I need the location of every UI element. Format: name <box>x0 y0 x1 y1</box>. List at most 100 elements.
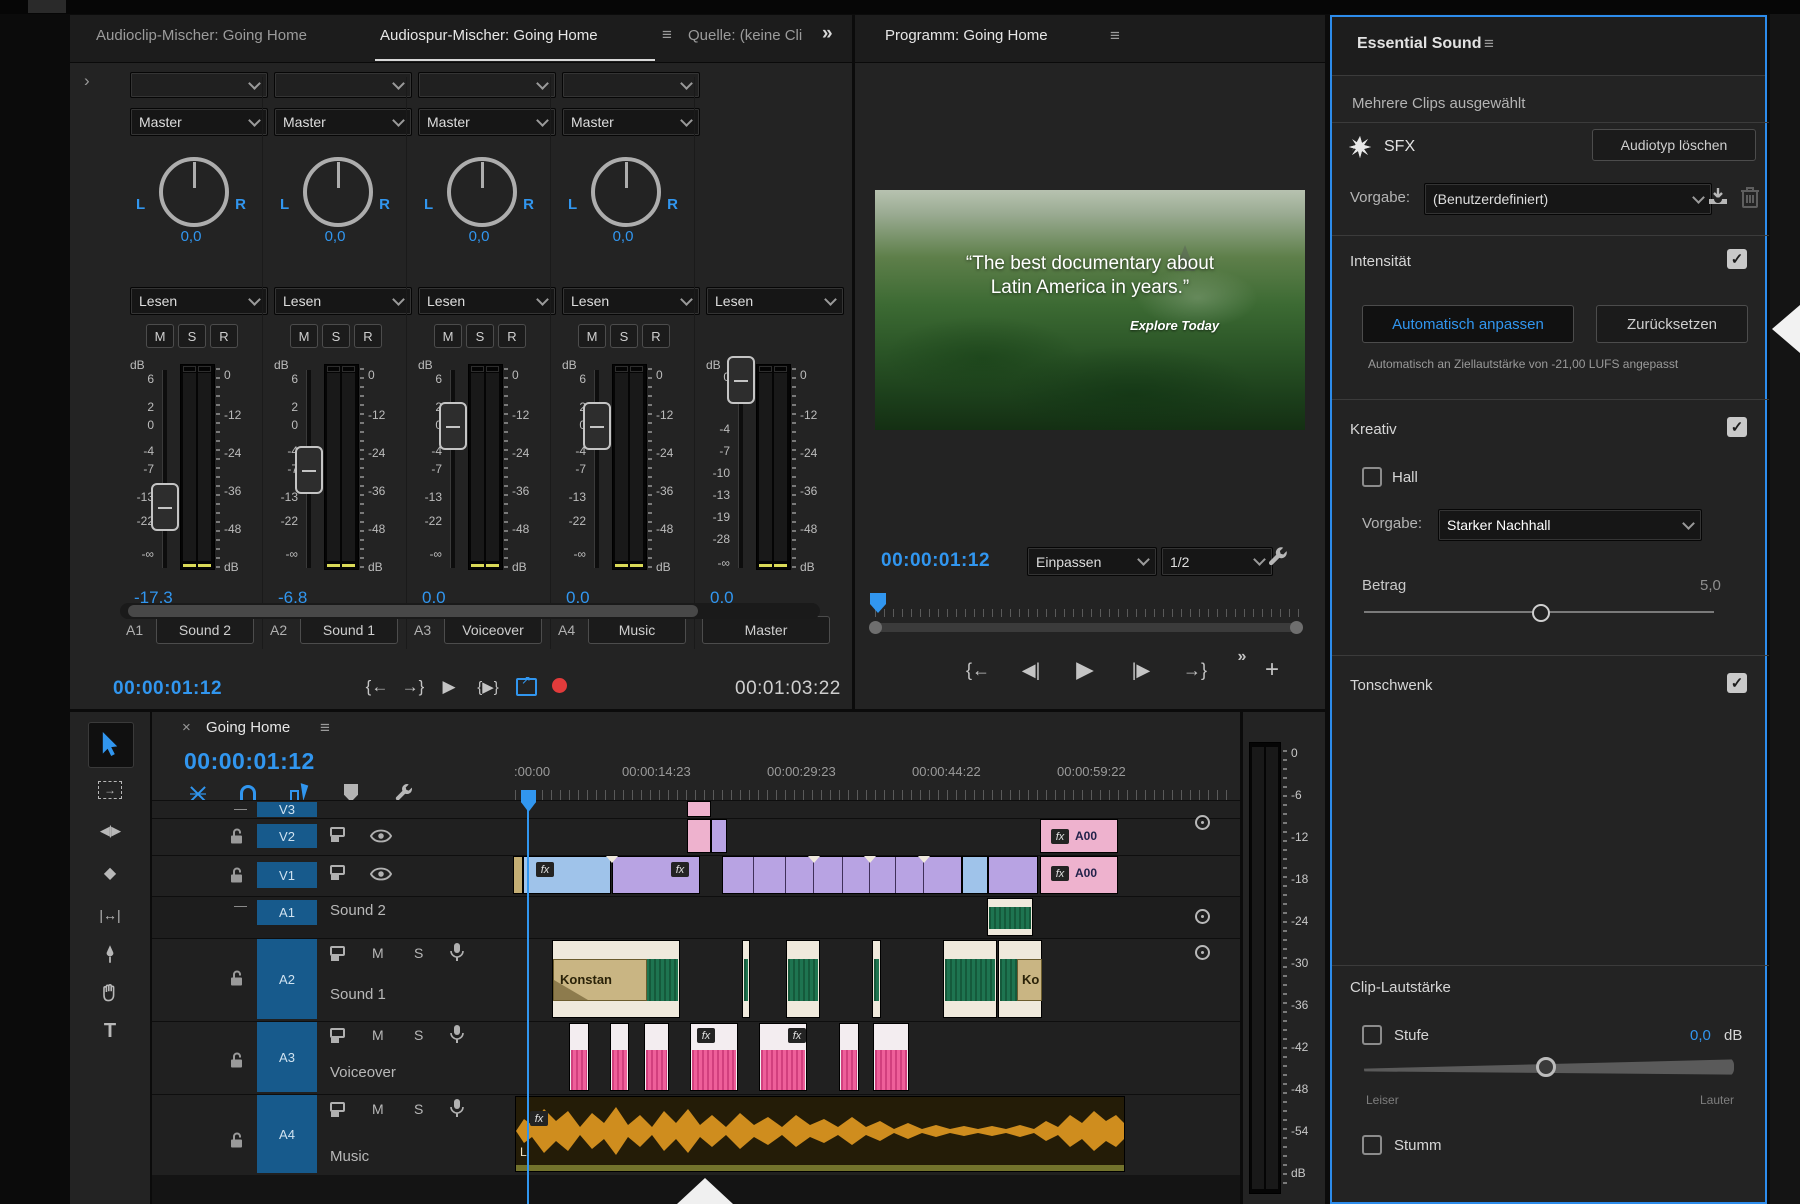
audio-clip[interactable] <box>872 940 881 1018</box>
automation-mode-dropdown[interactable]: Lesen <box>706 287 844 315</box>
volume-fader[interactable] <box>439 402 467 450</box>
video-clip[interactable] <box>988 856 1038 894</box>
solo-button[interactable]: S <box>610 324 638 348</box>
audio-clip[interactable]: fx <box>759 1023 807 1091</box>
audio-clip[interactable]: Konstan <box>552 940 680 1018</box>
video-clip[interactable]: fx <box>612 856 700 894</box>
solo-button[interactable]: S <box>178 324 206 348</box>
fx-badge[interactable]: fx <box>536 862 554 877</box>
clip-volume-band[interactable] <box>516 1165 1124 1171</box>
mixer-expand-icon[interactable]: › <box>84 71 90 91</box>
program-video-frame[interactable]: “The best documentary about Latin Americ… <box>875 190 1305 430</box>
video-clip[interactable]: fx A00 <box>1040 856 1118 894</box>
a4-sync-lock-icon[interactable] <box>330 1102 346 1123</box>
play-icon[interactable]: ▶ <box>434 673 464 701</box>
program-timecode[interactable]: 00:00:01:12 <box>881 550 990 572</box>
program-zoom-scrollbar[interactable] <box>871 623 1301 632</box>
mute-button[interactable]: M <box>146 324 174 348</box>
zoom-handle-left[interactable] <box>869 621 882 634</box>
settings-wrench-icon[interactable] <box>1267 545 1289 572</box>
panel-drawer-arrow[interactable] <box>1772 305 1800 353</box>
loudness-checkbox[interactable]: ✓ <box>1727 249 1747 269</box>
output-assign-dropdown[interactable]: Master <box>562 108 700 136</box>
razor-tool[interactable]: ◆ <box>70 858 150 888</box>
mixer-timecode[interactable]: 00:00:01:12 <box>113 678 222 700</box>
expand-panel-arrow[interactable] <box>677 1178 733 1204</box>
v2-sync-lock-icon[interactable] <box>330 827 346 848</box>
tab-audiotrack-mixer[interactable]: Audiospur-Mischer: Going Home <box>380 27 598 44</box>
track-name-button[interactable]: Sound 2 <box>156 616 254 644</box>
pan-knob[interactable] <box>447 157 517 227</box>
step-forward-icon[interactable]: |▶ <box>1123 655 1159 685</box>
volume-fader[interactable] <box>151 483 179 531</box>
audio-clip[interactable]: fx <box>690 1023 738 1091</box>
pan-value[interactable]: 0,0 <box>408 228 550 245</box>
tab-audioclip-mixer[interactable]: Audioclip-Mischer: Going Home <box>96 27 307 44</box>
preset-dropdown[interactable]: (Benutzerdefiniert) <box>1424 183 1712 215</box>
fx-badge[interactable]: fx <box>530 1111 548 1126</box>
record-arm-button[interactable]: R <box>354 324 382 348</box>
a2-lock-icon[interactable] <box>230 970 244 992</box>
playhead-line[interactable] <box>527 807 529 1204</box>
v1-lock-icon[interactable] <box>230 867 244 889</box>
record-arm-button[interactable]: R <box>498 324 526 348</box>
pan-value[interactable]: 0,0 <box>264 228 406 245</box>
track-header-v3[interactable]: V3 <box>257 802 317 817</box>
audio-clip[interactable] <box>569 1023 589 1091</box>
goto-out-icon[interactable]: →} <box>396 673 430 701</box>
keyframe-navigator-icon[interactable] <box>1195 815 1210 830</box>
track-header-a2[interactable]: A2 <box>257 939 317 1019</box>
pan-checkbox[interactable]: ✓ <box>1727 673 1747 693</box>
a2-mute-button[interactable]: M <box>372 945 384 961</box>
a3-mute-button[interactable]: M <box>372 1027 384 1043</box>
mixer-scrollbar-thumb[interactable] <box>128 605 698 617</box>
solo-button[interactable]: S <box>322 324 350 348</box>
record-arm-button[interactable]: R <box>210 324 238 348</box>
v2-lock-icon[interactable] <box>230 828 244 850</box>
output-assign-dropdown[interactable]: Master <box>130 108 268 136</box>
reset-button[interactable]: Zurücksetzen <box>1596 305 1748 343</box>
goto-in-icon[interactable]: {← <box>360 673 394 701</box>
tab-source[interactable]: Quelle: (keine Cli <box>688 27 802 44</box>
a4-lock-icon[interactable] <box>230 1132 244 1154</box>
video-clip[interactable]: fx A00 <box>1040 819 1118 853</box>
audio-clip[interactable] <box>644 1023 669 1091</box>
a2-mic-icon[interactable] <box>450 942 464 967</box>
v3-lock-dash[interactable]: — <box>234 801 247 816</box>
delete-preset-icon[interactable] <box>1740 185 1760 214</box>
video-clip[interactable] <box>513 856 523 894</box>
tab-menu-icon[interactable]: ≡ <box>662 25 672 45</box>
play-icon[interactable]: ▶ <box>1067 652 1103 686</box>
a3-lock-icon[interactable] <box>230 1052 244 1074</box>
video-clip[interactable] <box>711 819 727 853</box>
record-icon[interactable] <box>552 678 567 693</box>
insert-slot-dropdown[interactable] <box>562 72 700 98</box>
automation-mode-dropdown[interactable]: Lesen <box>130 287 268 315</box>
creative-checkbox[interactable]: ✓ <box>1727 417 1747 437</box>
insert-slot-dropdown[interactable] <box>274 72 412 98</box>
track-header-a1[interactable]: A1 <box>257 900 317 925</box>
level-value[interactable]: 0,0 <box>1690 1027 1711 1044</box>
track-header-a4[interactable]: A4 <box>257 1095 317 1173</box>
tab-sequence[interactable]: Going Home <box>206 719 290 736</box>
close-tab-icon[interactable]: × <box>182 719 191 736</box>
volume-fader[interactable] <box>583 402 611 450</box>
a2-solo-button[interactable]: S <box>414 945 423 961</box>
mute-button[interactable]: M <box>578 324 606 348</box>
audio-clip[interactable] <box>742 940 750 1018</box>
play-in-to-out-icon[interactable]: {▶} <box>468 673 508 701</box>
playback-resolution-dropdown[interactable]: 1/2 <box>1161 547 1273 576</box>
video-clip[interactable]: fx <box>523 856 611 894</box>
zoom-level-dropdown[interactable]: Einpassen <box>1027 547 1157 576</box>
goto-in-icon[interactable]: {← <box>960 655 996 685</box>
a4-mic-icon[interactable] <box>450 1098 464 1123</box>
v1-eye-icon[interactable] <box>370 867 392 886</box>
volume-fader[interactable] <box>295 446 323 494</box>
mute-button[interactable]: M <box>290 324 318 348</box>
ruler-ticks[interactable] <box>515 790 1235 800</box>
a3-track-name[interactable]: Voiceover <box>330 1064 396 1081</box>
pan-value[interactable]: 0,0 <box>120 228 262 245</box>
track-select-forward-tool[interactable]: → <box>70 774 150 806</box>
program-time-ruler[interactable] <box>875 607 1305 617</box>
track-name-button[interactable]: Voiceover <box>444 616 542 644</box>
